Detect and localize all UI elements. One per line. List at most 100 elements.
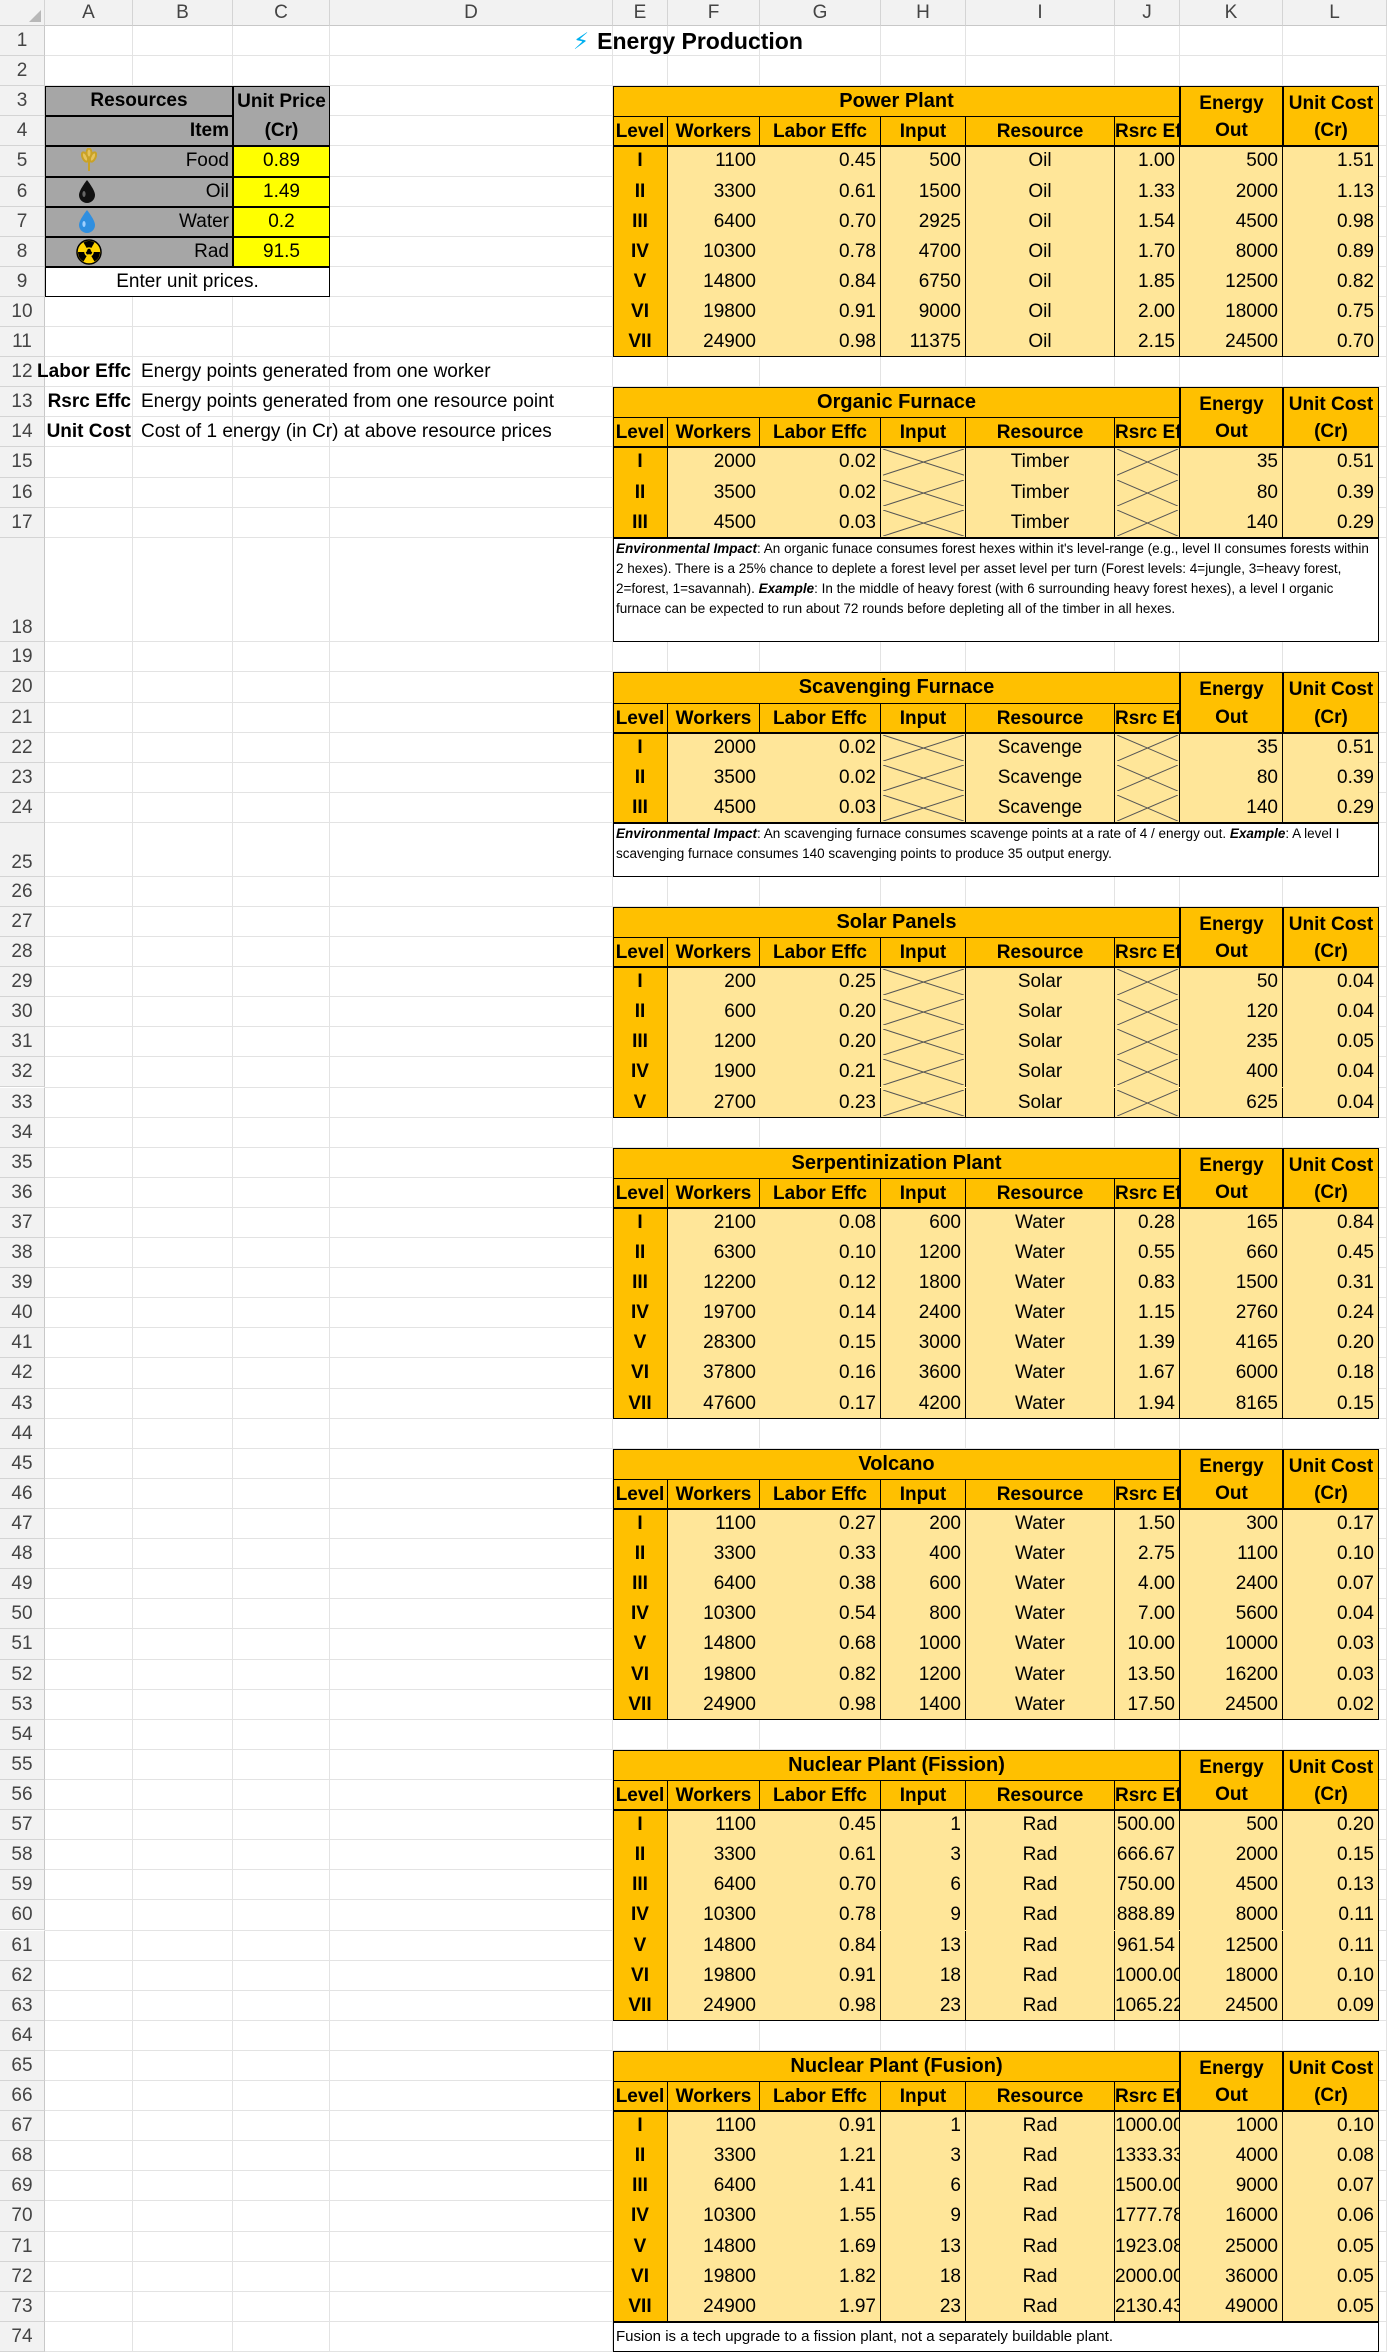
row-header-43[interactable]: 43: [0, 1388, 45, 1419]
row-header-72[interactable]: 72: [0, 2261, 45, 2292]
column-header-rsrc: Rsrc Effc: [1115, 936, 1180, 968]
row-header-51[interactable]: 51: [0, 1629, 45, 1660]
cell: 1.15: [1115, 1298, 1180, 1329]
row-header-1[interactable]: 1: [0, 26, 45, 57]
row-header-59[interactable]: 59: [0, 1870, 45, 1901]
row-header-34[interactable]: 34: [0, 1117, 45, 1148]
row-header-70[interactable]: 70: [0, 2201, 45, 2232]
row-header-11[interactable]: 11: [0, 327, 45, 358]
row-header-68[interactable]: 68: [0, 2141, 45, 2172]
row-header-8[interactable]: 8: [0, 236, 45, 267]
row-header-48[interactable]: 48: [0, 1539, 45, 1570]
row-header-2[interactable]: 2: [0, 56, 45, 87]
row-header-42[interactable]: 42: [0, 1358, 45, 1389]
row-header-10[interactable]: 10: [0, 296, 45, 328]
row-header-31[interactable]: 31: [0, 1027, 45, 1058]
row-header-37[interactable]: 37: [0, 1207, 45, 1239]
row-header-5[interactable]: 5: [0, 146, 45, 177]
row-header-15[interactable]: 15: [0, 447, 45, 478]
spreadsheet[interactable]: ABCDEFGHIJKL 1 2 3 4 5 6 7 8 9 10 11 12 13 14 15 16 17 18…: [0, 0, 1387, 2352]
row-header-50[interactable]: 50: [0, 1599, 45, 1630]
row-header-25[interactable]: 25: [0, 822, 45, 877]
column-header-c[interactable]: C: [233, 0, 330, 26]
column-header-i[interactable]: I: [966, 0, 1115, 26]
row-header-38[interactable]: 38: [0, 1238, 45, 1269]
row-header-24[interactable]: 24: [0, 792, 45, 823]
row-header-47[interactable]: 47: [0, 1509, 45, 1540]
row-header-45[interactable]: 45: [0, 1448, 45, 1479]
table-title: Solar Panels: [836, 910, 957, 933]
row-header-53[interactable]: 53: [0, 1689, 45, 1720]
row-header-18[interactable]: 18: [0, 537, 45, 643]
row-header-36[interactable]: 36: [0, 1177, 45, 1208]
row-header-44[interactable]: 44: [0, 1418, 45, 1449]
row-header-67[interactable]: 67: [0, 2111, 45, 2142]
column-header-b[interactable]: B: [133, 0, 233, 26]
row-header-63[interactable]: 63: [0, 1990, 45, 2021]
cell: 80: [1180, 477, 1283, 508]
row-header-30[interactable]: 30: [0, 997, 45, 1028]
row-header-69[interactable]: 69: [0, 2171, 45, 2202]
not-applicable-cross-icon: [883, 479, 964, 506]
price-input-rad[interactable]: 91.5: [233, 237, 330, 267]
column-header-d[interactable]: D: [330, 0, 613, 26]
cell: 0.20: [760, 1027, 881, 1058]
row-header-57[interactable]: 57: [0, 1810, 45, 1841]
row-header-62[interactable]: 62: [0, 1960, 45, 1991]
row-header-4[interactable]: 4: [0, 116, 45, 147]
row-header-16[interactable]: 16: [0, 477, 45, 508]
row-header-35[interactable]: 35: [0, 1147, 45, 1178]
row-header-60[interactable]: 60: [0, 1900, 45, 1931]
column-header-resource: Resource: [966, 1177, 1115, 1208]
row-header-74[interactable]: 74: [0, 2321, 45, 2352]
row-header-66[interactable]: 66: [0, 2081, 45, 2112]
row-header-40[interactable]: 40: [0, 1298, 45, 1329]
row-header-28[interactable]: 28: [0, 936, 45, 968]
unit-price-header: Unit Price: [237, 91, 326, 113]
row-header-52[interactable]: 52: [0, 1659, 45, 1690]
row-header-33[interactable]: 33: [0, 1087, 45, 1118]
row-header-9[interactable]: 9: [0, 266, 45, 297]
row-header-61[interactable]: 61: [0, 1930, 45, 1961]
row-header-21[interactable]: 21: [0, 702, 45, 733]
price-input-water[interactable]: 0.2: [233, 207, 330, 237]
row-header-6[interactable]: 6: [0, 176, 45, 207]
row-header-7[interactable]: 7: [0, 206, 45, 237]
cell: IV: [613, 236, 668, 267]
cell: Solar: [966, 997, 1115, 1028]
cell: Oil: [966, 146, 1115, 177]
row-header-71[interactable]: 71: [0, 2231, 45, 2262]
row-header-55[interactable]: 55: [0, 1749, 45, 1780]
row-header-73[interactable]: 73: [0, 2291, 45, 2322]
row-header-56[interactable]: 56: [0, 1779, 45, 1811]
column-header-a[interactable]: A: [45, 0, 133, 26]
row-header-3[interactable]: 3: [0, 86, 45, 117]
row-header-64[interactable]: 64: [0, 2020, 45, 2051]
column-header-h[interactable]: H: [881, 0, 966, 26]
row-header-17[interactable]: 17: [0, 507, 45, 538]
column-header-l[interactable]: L: [1283, 0, 1387, 26]
row-header-29[interactable]: 29: [0, 967, 45, 998]
row-header-19[interactable]: 19: [0, 642, 45, 673]
row-header-41[interactable]: 41: [0, 1328, 45, 1359]
row-header-27[interactable]: 27: [0, 906, 45, 937]
column-header-j[interactable]: J: [1115, 0, 1180, 26]
column-header-level: Level: [613, 1177, 668, 1208]
row-header-20[interactable]: 20: [0, 672, 45, 703]
column-header-e[interactable]: E: [613, 0, 668, 26]
row-header-39[interactable]: 39: [0, 1268, 45, 1299]
column-header-k[interactable]: K: [1180, 0, 1283, 26]
row-header-54[interactable]: 54: [0, 1719, 45, 1750]
column-header-g[interactable]: G: [760, 0, 881, 26]
row-header-46[interactable]: 46: [0, 1478, 45, 1509]
price-input-oil[interactable]: 1.49: [233, 177, 330, 207]
row-header-22[interactable]: 22: [0, 732, 45, 763]
row-header-65[interactable]: 65: [0, 2050, 45, 2082]
price-input-food[interactable]: 0.89: [233, 146, 330, 176]
row-header-49[interactable]: 49: [0, 1569, 45, 1600]
row-header-32[interactable]: 32: [0, 1057, 45, 1088]
row-header-26[interactable]: 26: [0, 876, 45, 907]
column-header-f[interactable]: F: [668, 0, 760, 26]
row-header-58[interactable]: 58: [0, 1840, 45, 1871]
row-header-23[interactable]: 23: [0, 762, 45, 793]
